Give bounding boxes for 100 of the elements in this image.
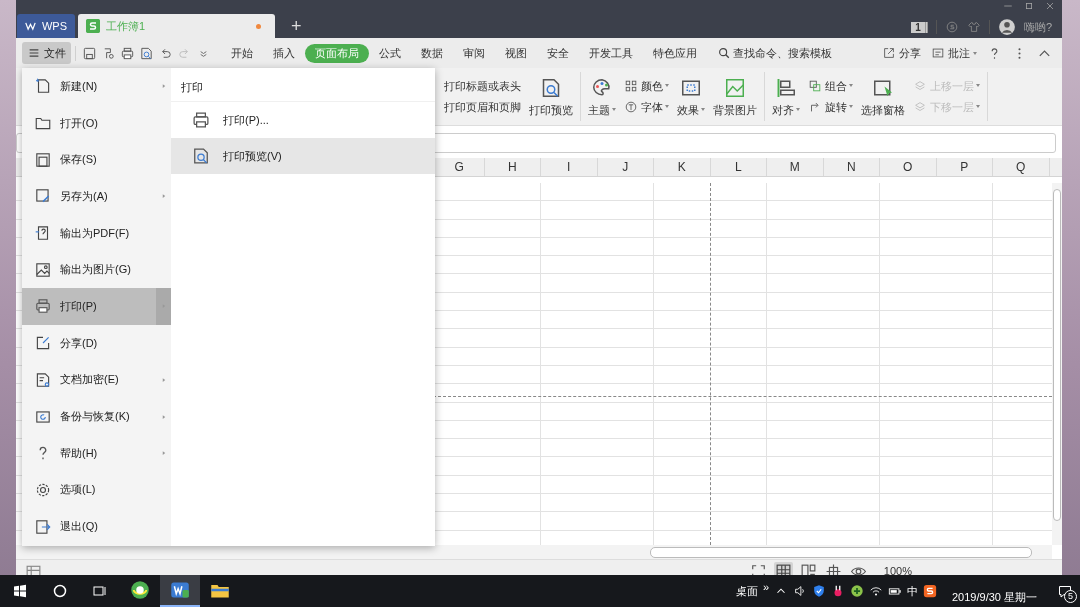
ribbon-tab[interactable]: 公式 xyxy=(369,43,411,63)
menu-item[interactable]: 退出(Q) xyxy=(22,508,171,545)
ribbon-button[interactable]: 打印页眉和页脚 xyxy=(444,99,521,115)
ribbon-button[interactable]: 颜色 xyxy=(624,78,669,94)
ribbon-button[interactable]: 组合 xyxy=(808,78,853,94)
column-header[interactable]: K xyxy=(654,158,711,176)
ribbon-button[interactable]: 选择窗格 xyxy=(861,75,905,118)
column-header[interactable]: M xyxy=(767,158,824,176)
lock-document-icon xyxy=(34,370,52,389)
new-tab-button[interactable]: + xyxy=(287,14,306,38)
new-document-icon xyxy=(34,77,52,96)
vertical-scrollbar[interactable] xyxy=(1052,183,1062,545)
wifi-icon[interactable] xyxy=(869,584,883,598)
wps-logo-icon xyxy=(25,20,36,32)
menu-item[interactable]: 保存(S) xyxy=(22,141,171,179)
menu-item[interactable]: 打印(P)... xyxy=(171,102,435,138)
image-icon xyxy=(34,260,52,279)
desktop-toolbar[interactable]: 桌面 xyxy=(735,583,758,599)
layers-icon xyxy=(913,79,927,93)
menu-item[interactable]: 新建(N) xyxy=(22,68,171,105)
column-header[interactable]: N xyxy=(823,158,880,176)
windows-icon xyxy=(12,583,28,599)
command-search[interactable]: 查找命令、搜索模板 xyxy=(717,45,832,61)
zoom-level[interactable]: 100% xyxy=(883,565,912,575)
horizontal-scrollbar[interactable] xyxy=(16,545,1052,559)
menu-item[interactable]: 打印预览(V) xyxy=(171,138,435,174)
taskview-icon xyxy=(92,583,108,599)
menu-item[interactable]: 帮助(H) xyxy=(22,434,171,472)
column-header[interactable]: H xyxy=(484,158,541,176)
ribbon-button[interactable]: 背景图片 xyxy=(713,75,757,118)
sheet-icon xyxy=(26,563,41,575)
menu-item[interactable]: 备份与恢复(K) xyxy=(22,398,171,435)
avatar-icon[interactable] xyxy=(997,18,1016,36)
ribbon-button[interactable]: 打印预览 xyxy=(529,75,573,118)
comment-button[interactable]: 批注 xyxy=(931,45,977,61)
ribbon-tab[interactable]: 插入 xyxy=(263,43,305,63)
menu-item[interactable]: 文档加密(E) xyxy=(22,361,171,399)
ribbon-tab[interactable]: 数据 xyxy=(411,43,453,63)
column-header[interactable]: I xyxy=(541,158,598,176)
column-header[interactable]: O xyxy=(880,158,937,176)
ribbon-button[interactable]: 主题 xyxy=(588,75,616,118)
file-menu-button[interactable]: 文件 xyxy=(22,42,71,64)
taskbar-app[interactable] xyxy=(160,575,200,607)
ribbon-button[interactable]: 旋转 xyxy=(808,99,853,115)
input-method-icon[interactable] xyxy=(923,584,937,598)
grid-icon xyxy=(775,563,791,575)
menu-item[interactable]: 输出为图片(G) xyxy=(22,251,171,289)
submenu-title: 打印 xyxy=(171,68,435,102)
document-tab[interactable]: WPS xyxy=(17,14,75,38)
ribbon-button[interactable]: 效果 xyxy=(677,75,705,118)
menu-item[interactable]: 输出为PDF(F) xyxy=(22,214,171,252)
colors-icon xyxy=(624,79,638,93)
search-icon xyxy=(717,46,731,60)
ribbon-tab[interactable]: 视图 xyxy=(495,43,537,63)
speaker-icon[interactable] xyxy=(793,584,807,598)
shirt-icon[interactable] xyxy=(966,20,981,34)
column-header[interactable]: Q xyxy=(993,158,1050,176)
ribbon-button[interactable]: 字体 xyxy=(624,99,669,115)
page-break-icon xyxy=(825,563,841,575)
ribbon-tab[interactable]: 开始 xyxy=(221,43,263,63)
user-name[interactable]: 嗨哟? xyxy=(1023,19,1052,35)
wps-app-icon xyxy=(170,580,190,600)
notification-count: 5 xyxy=(1064,590,1077,603)
print-icon xyxy=(191,110,211,130)
menu-item[interactable]: 分享(D) xyxy=(22,324,171,362)
maximize-icon[interactable] xyxy=(1023,0,1035,12)
circle-icon xyxy=(52,583,68,599)
column-header[interactable]: P xyxy=(936,158,993,176)
preview-icon[interactable] xyxy=(139,45,154,61)
ribbon-button[interactable]: 对齐 xyxy=(772,75,800,118)
toolbar-overflow[interactable]: » xyxy=(762,581,769,593)
group-icon xyxy=(808,79,822,93)
ribbon-tab[interactable]: 特色应用 xyxy=(643,43,707,63)
print-icon[interactable] xyxy=(120,45,135,61)
rotate-icon xyxy=(808,100,822,114)
layers-icon xyxy=(913,100,927,114)
comment-icon xyxy=(931,46,945,60)
page-layout-icon xyxy=(800,563,816,575)
window-count-badge[interactable]: 1 xyxy=(911,21,928,33)
share-button[interactable]: 分享 xyxy=(882,45,921,61)
menu-item[interactable]: 打开(O) xyxy=(22,104,171,142)
clock-date[interactable]: 2019/9/30 星期一 xyxy=(952,591,1037,603)
view-button[interactable] xyxy=(773,562,793,575)
menu-item[interactable]: 另存为(A) xyxy=(22,178,171,215)
ribbon-tab[interactable]: 安全 xyxy=(537,43,579,63)
plus-badge-icon[interactable] xyxy=(850,584,864,598)
column-header[interactable]: L xyxy=(710,158,767,176)
close-icon[interactable] xyxy=(1044,0,1056,12)
menu-item[interactable]: 选项(L) xyxy=(22,471,171,509)
ribbon-tab[interactable]: 审阅 xyxy=(453,43,495,63)
ribbon-tab[interactable]: 开发工具 xyxy=(579,43,643,63)
column-header[interactable]: J xyxy=(597,158,654,176)
exit-icon xyxy=(34,517,52,536)
input-language[interactable]: 中 xyxy=(907,583,918,599)
print-icon xyxy=(34,297,52,316)
save-icon[interactable] xyxy=(82,45,97,61)
menu-item[interactable]: 打印(P) xyxy=(22,288,171,325)
save-icon xyxy=(34,150,52,169)
shield-icon[interactable] xyxy=(812,584,826,598)
ribbon-button[interactable]: 打印标题或表头 xyxy=(444,78,521,94)
